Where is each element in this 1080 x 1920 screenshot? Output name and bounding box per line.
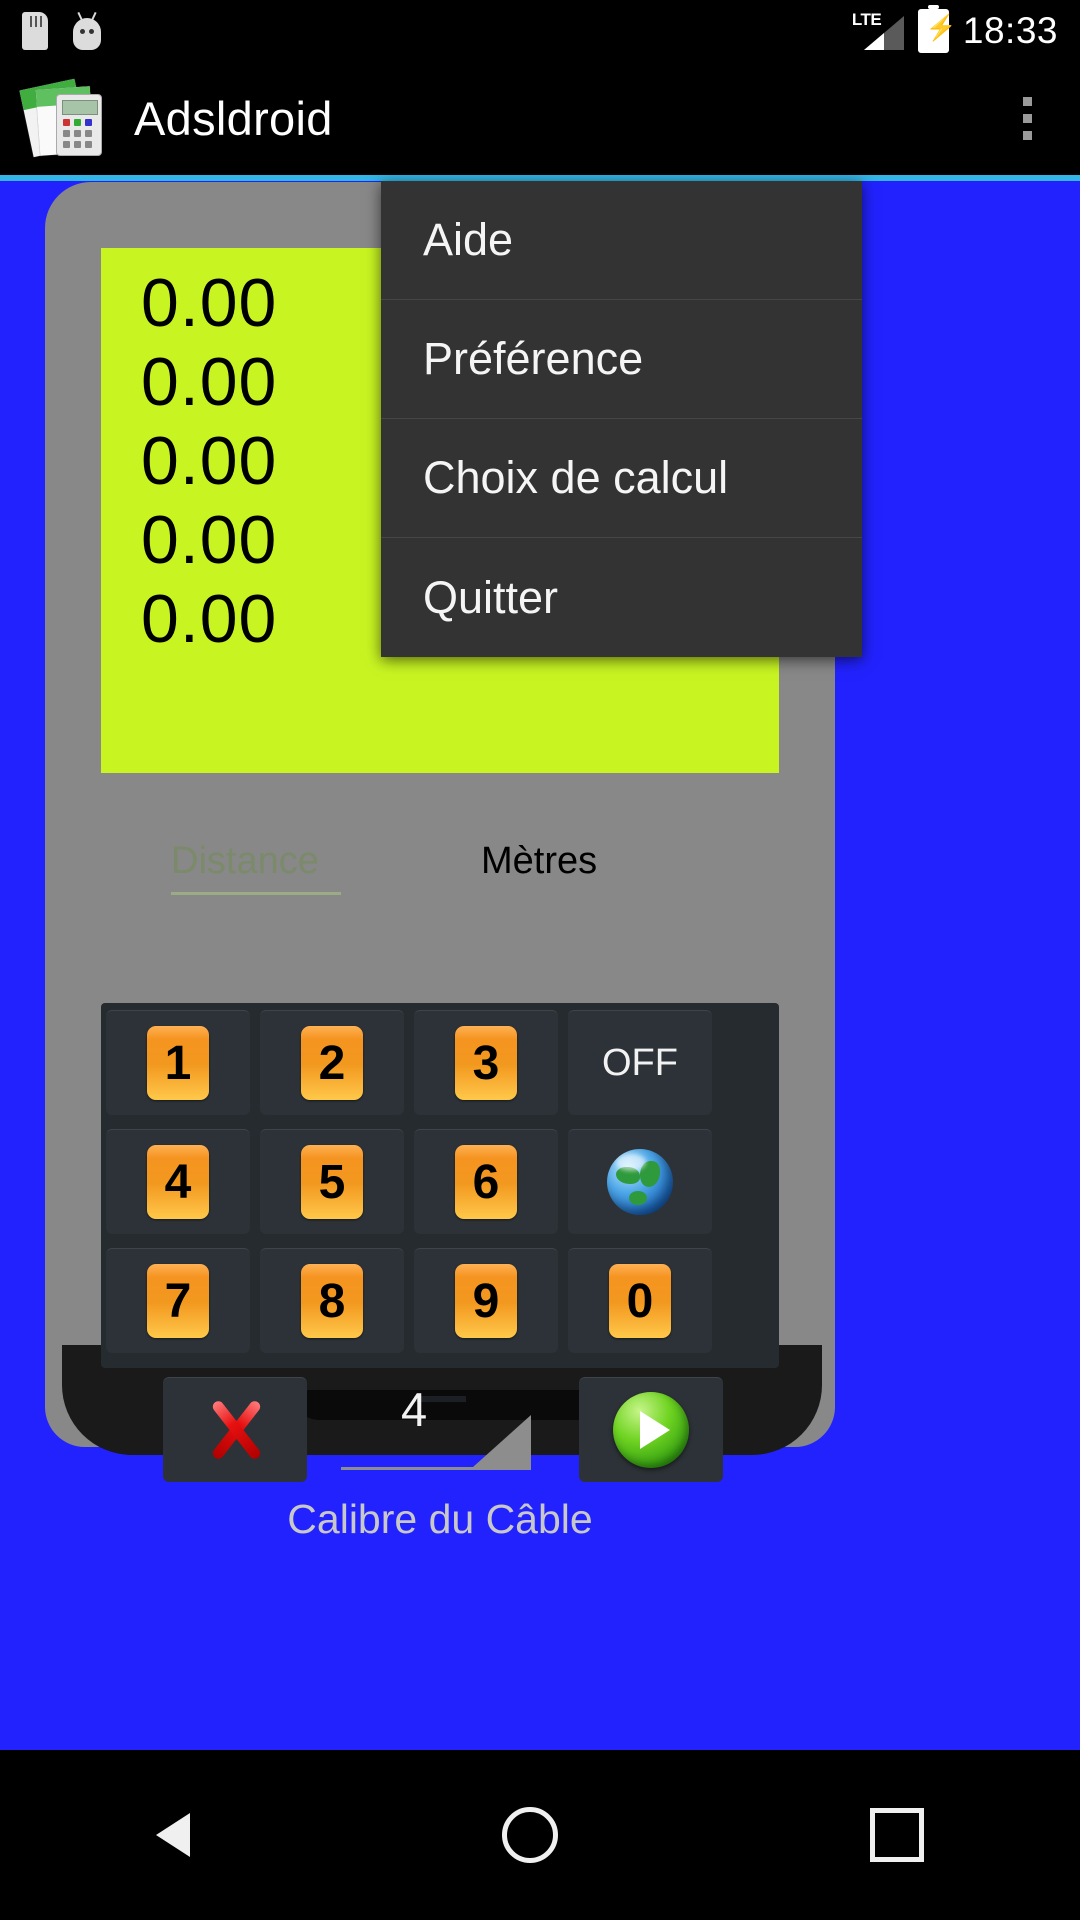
globe-icon bbox=[607, 1149, 673, 1215]
distance-input-underline bbox=[171, 892, 341, 895]
menu-item-preference[interactable]: Préférence bbox=[381, 300, 862, 419]
sd-card-icon bbox=[22, 12, 48, 50]
signal-bars-icon: LTE bbox=[852, 10, 904, 51]
key-2[interactable]: 2 bbox=[260, 1010, 404, 1115]
android-robot-icon bbox=[70, 11, 104, 50]
menu-item-quitter[interactable]: Quitter bbox=[381, 538, 862, 657]
display-labels-row: Distance Mètres bbox=[101, 840, 779, 920]
overflow-menu-icon[interactable] bbox=[1000, 83, 1054, 155]
cable-gauge-value: 4 bbox=[401, 1383, 428, 1436]
cable-gauge-spinner[interactable]: 4 bbox=[341, 1374, 531, 1482]
key-9-label: 9 bbox=[455, 1264, 517, 1338]
action-bar: Adsldroid bbox=[0, 62, 1080, 175]
back-triangle-icon[interactable] bbox=[156, 1813, 190, 1857]
key-off-label: OFF bbox=[602, 1041, 678, 1084]
chevron-down-icon bbox=[473, 1415, 531, 1467]
clear-button[interactable] bbox=[163, 1377, 307, 1482]
keypad-row: 1 2 3 OFF bbox=[101, 1003, 779, 1402]
key-0[interactable]: 0 bbox=[568, 1248, 712, 1353]
distance-input[interactable]: Distance bbox=[171, 840, 341, 895]
overflow-menu: Aide Préférence Choix de calcul Quitter bbox=[381, 181, 862, 657]
keypad-row: 7 8 9 0 bbox=[101, 1241, 779, 1360]
green-play-icon bbox=[613, 1392, 689, 1468]
key-3[interactable]: 3 bbox=[414, 1010, 558, 1115]
key-8[interactable]: 8 bbox=[260, 1248, 404, 1353]
cable-gauge-caption: Calibre du Câble bbox=[287, 1496, 593, 1542]
home-circle-icon[interactable] bbox=[502, 1807, 558, 1863]
status-bar-clock: 18:33 bbox=[962, 10, 1058, 51]
control-row: 4 Calibre du Câble bbox=[101, 1368, 779, 1548]
key-6-label: 6 bbox=[455, 1145, 517, 1219]
key-off[interactable]: OFF bbox=[414, 1010, 712, 1402]
system-navigation-bar bbox=[0, 1750, 1080, 1920]
key-4-label: 4 bbox=[147, 1145, 209, 1219]
key-2-label: 2 bbox=[301, 1026, 363, 1100]
key-globe[interactable] bbox=[568, 1129, 712, 1234]
calculate-button[interactable] bbox=[579, 1377, 723, 1482]
key-6[interactable]: 6 bbox=[414, 1129, 558, 1234]
app-screen: LTE ⚡ 18:33 Adsldroid 0.00 0.00 0.00 0.0… bbox=[0, 0, 1080, 1920]
key-7[interactable]: 7 bbox=[106, 1248, 250, 1353]
menu-item-aide[interactable]: Aide bbox=[381, 181, 862, 300]
spinner-underline bbox=[341, 1467, 531, 1470]
unit-label: Mètres bbox=[481, 840, 598, 882]
key-7-label: 7 bbox=[147, 1264, 209, 1338]
key-8-label: 8 bbox=[301, 1264, 363, 1338]
status-bar-right-icons: LTE ⚡ 18:33 bbox=[852, 5, 1058, 53]
key-9[interactable]: 9 bbox=[414, 1248, 558, 1353]
key-5[interactable]: 5 bbox=[260, 1129, 404, 1234]
battery-charging-icon: ⚡ bbox=[917, 5, 957, 53]
status-bar: LTE ⚡ 18:33 bbox=[0, 0, 1080, 62]
page-title: Adsldroid bbox=[134, 92, 333, 145]
key-4[interactable]: 4 bbox=[106, 1129, 250, 1234]
numeric-keypad: 1 2 3 OFF 4 5 6 7 8 9 0 bbox=[101, 1003, 779, 1402]
keypad-row: 4 5 6 bbox=[101, 1122, 779, 1241]
distance-placeholder: Distance bbox=[171, 840, 319, 882]
status-bar-left-icons bbox=[22, 11, 104, 50]
menu-item-choix-de-calcul[interactable]: Choix de calcul bbox=[381, 419, 862, 538]
key-5-label: 5 bbox=[301, 1145, 363, 1219]
key-3-label: 3 bbox=[455, 1026, 517, 1100]
key-1-label: 1 bbox=[147, 1026, 209, 1100]
key-1[interactable]: 1 bbox=[106, 1010, 250, 1115]
adsldroid-app-icon bbox=[19, 78, 112, 157]
red-x-icon bbox=[198, 1393, 272, 1467]
recents-square-icon[interactable] bbox=[870, 1808, 924, 1862]
key-0-label: 0 bbox=[609, 1264, 671, 1338]
